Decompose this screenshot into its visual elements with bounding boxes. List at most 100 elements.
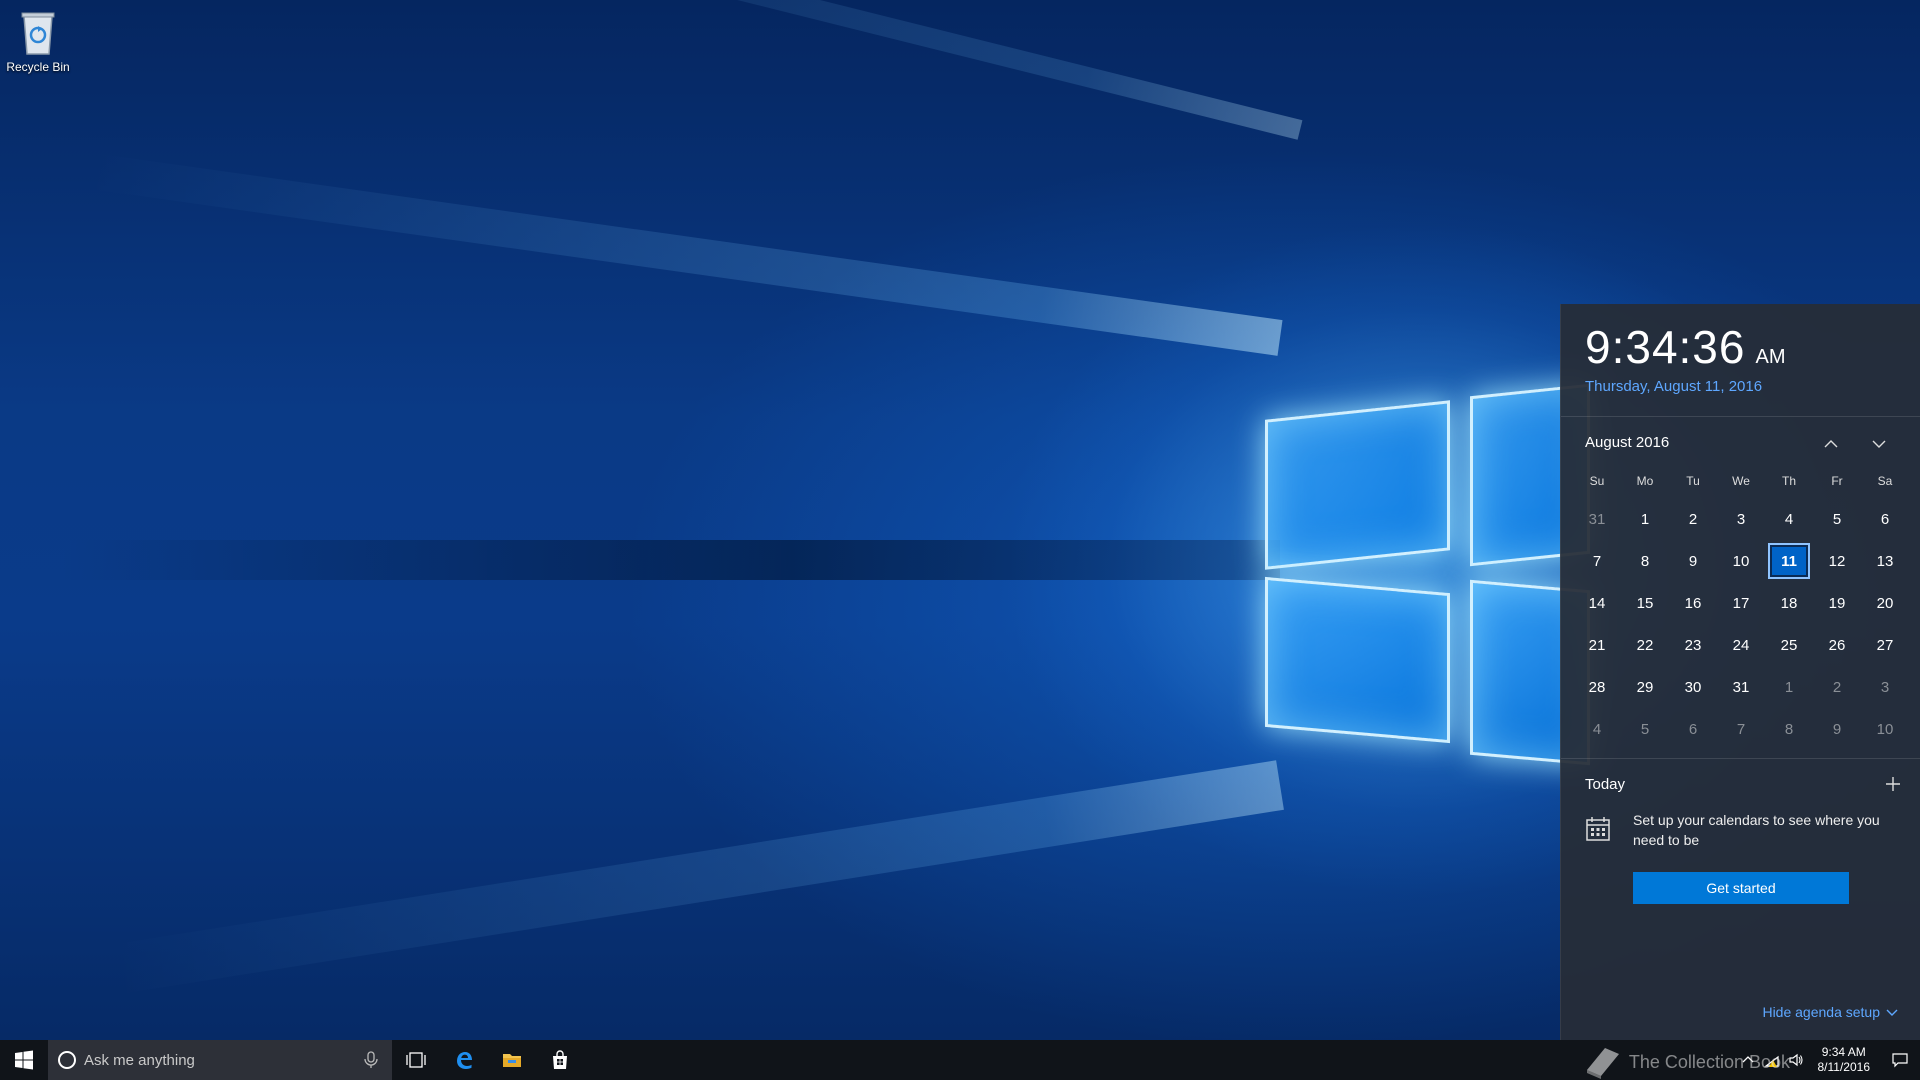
- calendar-day-number: 14: [1588, 594, 1606, 612]
- calendar-day[interactable]: 15: [1621, 582, 1669, 624]
- calendar-day[interactable]: 6: [1861, 498, 1909, 540]
- calendar-day[interactable]: 22: [1621, 624, 1669, 666]
- calendar-day[interactable]: 9: [1813, 708, 1861, 750]
- microphone-icon[interactable]: [362, 1051, 380, 1069]
- calendar-day[interactable]: 4: [1765, 498, 1813, 540]
- calendar-day[interactable]: 2: [1813, 666, 1861, 708]
- calendar-day-number: 3: [1736, 510, 1746, 528]
- calendar-day[interactable]: 26: [1813, 624, 1861, 666]
- month-year-label[interactable]: August 2016: [1585, 434, 1669, 451]
- calendar-day-number: 16: [1684, 594, 1702, 612]
- calendar-day[interactable]: 3: [1861, 666, 1909, 708]
- desktop-icon-recycle-bin[interactable]: Recycle Bin: [4, 8, 72, 74]
- calendar-day[interactable]: 28: [1573, 666, 1621, 708]
- notification-icon: [1892, 1053, 1908, 1068]
- calendar-day[interactable]: 1: [1621, 498, 1669, 540]
- weekday-header: Su Mo Tu We Th Fr Sa: [1573, 474, 1909, 488]
- calendar-day[interactable]: 10: [1717, 540, 1765, 582]
- calendar-day-number: 25: [1780, 636, 1798, 654]
- calendar-day-number: 26: [1828, 636, 1846, 654]
- weekday-label: Su: [1589, 474, 1605, 488]
- clock-time: 9:34:36: [1585, 321, 1746, 373]
- previous-month-button[interactable]: [1815, 428, 1847, 460]
- calendar-day[interactable]: 6: [1669, 708, 1717, 750]
- calendar-day[interactable]: 19: [1813, 582, 1861, 624]
- calendar-day[interactable]: 7: [1717, 708, 1765, 750]
- calendar-day[interactable]: 8: [1621, 540, 1669, 582]
- next-month-button[interactable]: [1863, 428, 1895, 460]
- hide-agenda-link[interactable]: Hide agenda setup: [1762, 1004, 1898, 1020]
- wallpaper-light-beam: [230, 0, 1303, 140]
- calendar-day-number: 7: [1592, 552, 1602, 570]
- calendar-day[interactable]: 18: [1765, 582, 1813, 624]
- calendar-flyout: 9:34:36 AM Thursday, August 11, 2016 Aug…: [1560, 304, 1920, 1040]
- calendar-day-number: 21: [1588, 636, 1606, 654]
- action-center-button[interactable]: [1880, 1040, 1920, 1080]
- calendar-day[interactable]: 8: [1765, 708, 1813, 750]
- calendar-day[interactable]: 4: [1573, 708, 1621, 750]
- chevron-up-icon: [1824, 440, 1838, 448]
- folder-icon: [503, 1054, 521, 1067]
- weekday-label: Mo: [1636, 474, 1654, 488]
- start-button[interactable]: [0, 1040, 48, 1080]
- calendar-day-number: 24: [1732, 636, 1750, 654]
- calendar-day[interactable]: 13: [1861, 540, 1909, 582]
- calendar-day[interactable]: 20: [1861, 582, 1909, 624]
- task-view-button[interactable]: [392, 1040, 440, 1080]
- calendar-day[interactable]: 17: [1717, 582, 1765, 624]
- calendar-day[interactable]: 5: [1813, 498, 1861, 540]
- calendar-day[interactable]: 30: [1669, 666, 1717, 708]
- store-taskbar-button[interactable]: [536, 1040, 584, 1080]
- logo-pane: [1265, 400, 1450, 570]
- weekday-label: Tu: [1686, 474, 1700, 488]
- calendar-day[interactable]: 2: [1669, 498, 1717, 540]
- calendar-day-number: 4: [1592, 720, 1602, 738]
- calendar-day[interactable]: 7: [1573, 540, 1621, 582]
- watermark: The Collection Book: [1583, 1044, 1790, 1080]
- wallpaper-light-beam: [89, 153, 1283, 356]
- calendar-day-number: 6: [1688, 720, 1698, 738]
- clock-ampm: AM: [1755, 346, 1786, 368]
- calendar-day[interactable]: 10: [1861, 708, 1909, 750]
- store-icon: [553, 1050, 567, 1069]
- calendar-day[interactable]: 27: [1861, 624, 1909, 666]
- calendar-day[interactable]: 31: [1717, 666, 1765, 708]
- taskbar-clock[interactable]: 9:34 AM 8/11/2016: [1808, 1045, 1881, 1075]
- add-event-button[interactable]: [1881, 772, 1905, 796]
- calendar-day-number: 10: [1876, 720, 1894, 738]
- edge-taskbar-button[interactable]: [440, 1040, 488, 1080]
- weekday-label: Th: [1781, 474, 1796, 488]
- calendar-day-number: 23: [1684, 636, 1702, 654]
- calendar-day[interactable]: 1: [1765, 666, 1813, 708]
- weekday-label: Sa: [1877, 474, 1893, 488]
- calendar-day[interactable]: 16: [1669, 582, 1717, 624]
- calendar-day-number: 12: [1828, 552, 1846, 570]
- chevron-down-icon: [1872, 440, 1886, 448]
- hide-agenda-label: Hide agenda setup: [1762, 1004, 1880, 1020]
- calendar-day[interactable]: 24: [1717, 624, 1765, 666]
- calendar-day[interactable]: 21: [1573, 624, 1621, 666]
- calendar-day-number: 9: [1688, 552, 1698, 570]
- get-started-button[interactable]: Get started: [1633, 872, 1849, 904]
- calendar-day[interactable]: 14: [1573, 582, 1621, 624]
- cortana-search-box[interactable]: Ask me anything: [48, 1040, 392, 1080]
- taskbar: Ask me anything 9:34 AM 8/11/2016 The Co…: [0, 1040, 1920, 1080]
- calendar-day-number: 6: [1880, 510, 1890, 528]
- calendar-day[interactable]: 31: [1573, 498, 1621, 540]
- calendar-day[interactable]: 3: [1717, 498, 1765, 540]
- calendar-icon: [1586, 817, 1610, 841]
- calendar-day-number: 19: [1828, 594, 1846, 612]
- calendar-day-today[interactable]: 11: [1765, 540, 1813, 582]
- calendar-day[interactable]: 12: [1813, 540, 1861, 582]
- file-explorer-taskbar-button[interactable]: [488, 1040, 536, 1080]
- calendar-day[interactable]: 23: [1669, 624, 1717, 666]
- full-date-link[interactable]: Thursday, August 11, 2016: [1585, 378, 1762, 395]
- taskbar-date: 8/11/2016: [1817, 1060, 1871, 1074]
- calendar-day[interactable]: 9: [1669, 540, 1717, 582]
- windows-logo-wallpaper: [1265, 370, 1590, 770]
- calendar-day[interactable]: 5: [1621, 708, 1669, 750]
- calendar-day[interactable]: 29: [1621, 666, 1669, 708]
- calendar-day[interactable]: 25: [1765, 624, 1813, 666]
- calendar-day-number: 8: [1640, 552, 1650, 570]
- calendar-day-number: 10: [1732, 552, 1750, 570]
